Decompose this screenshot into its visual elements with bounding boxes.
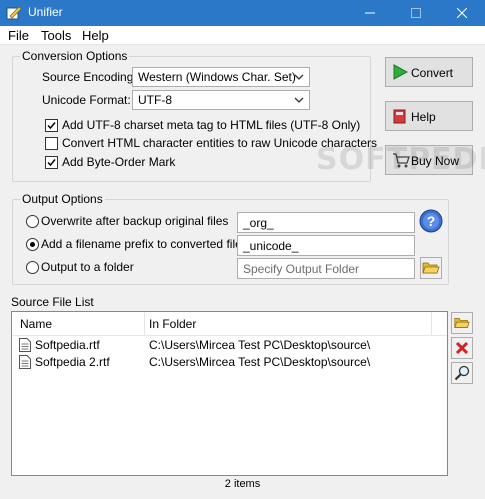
maximize-icon [411, 8, 421, 18]
rtf-file-icon [19, 338, 31, 352]
column-header-name[interactable]: Name [20, 317, 52, 331]
file-folder: C:\Users\Mircea Test PC\Desktop\source\ [149, 355, 371, 369]
remove-file-button[interactable] [451, 337, 473, 359]
output-folder-placeholder: Specify Output Folder [243, 262, 360, 276]
filename-prefix-label: Add a filename prefix to converted files [41, 237, 248, 251]
byte-order-mark-label: Add Byte-Order Mark [62, 155, 176, 169]
file-folder: C:\Users\Mircea Test PC\Desktop\source\ [149, 338, 371, 352]
file-name: Softpedia 2.rtf [35, 355, 110, 369]
byte-order-mark-checkbox[interactable] [45, 156, 58, 169]
unicode-format-value: UTF-8 [138, 93, 172, 107]
source-encoding-select[interactable]: Western (Windows Char. Set) [132, 67, 310, 87]
filename-prefix-value: _unicode_ [243, 239, 299, 253]
checkmark-icon [47, 159, 56, 167]
list-item[interactable]: Softpedia.rtf C:\Users\Mircea Test PC\De… [12, 337, 447, 354]
source-file-list[interactable]: Name In Folder Softpedia.rtf C:\Users\Mi… [11, 311, 448, 476]
unicode-format-select[interactable]: UTF-8 [132, 90, 310, 110]
magnifier-icon [454, 365, 470, 381]
conversion-options-title: Conversion Options [20, 49, 130, 63]
find-files-button[interactable] [451, 362, 473, 384]
source-encoding-label: Source Encoding: [42, 70, 137, 84]
column-header-folder[interactable]: In Folder [149, 317, 196, 331]
radio-selected-dot [30, 242, 35, 247]
menu-bar: File Tools Help [0, 26, 485, 45]
source-file-list-label: Source File List [11, 295, 94, 309]
column-divider[interactable] [431, 312, 432, 335]
browse-folder-button[interactable] [420, 257, 442, 279]
delete-x-icon [455, 341, 469, 355]
output-folder-input[interactable]: Specify Output Folder [237, 258, 415, 279]
window-title: Unifier [28, 5, 63, 19]
close-icon [457, 8, 467, 18]
help-button-label: Help [411, 110, 436, 124]
output-help-button[interactable]: ? [419, 209, 443, 233]
meta-tag-label: Add UTF-8 charset meta tag to HTML files… [62, 118, 361, 132]
menu-file[interactable]: File [8, 28, 29, 43]
source-encoding-value: Western (Windows Char. Set) [138, 70, 296, 84]
output-folder-label: Output to a folder [41, 260, 134, 274]
open-folder-icon [422, 262, 440, 274]
convert-entities-checkbox[interactable] [45, 137, 58, 150]
chevron-down-icon [294, 97, 304, 103]
list-item[interactable]: Softpedia 2.rtf C:\Users\Mircea Test PC\… [12, 354, 447, 371]
open-folder-icon [454, 318, 470, 328]
maximize-button[interactable] [393, 0, 439, 26]
file-name: Softpedia.rtf [35, 338, 100, 352]
backup-suffix-value: _org_ [243, 216, 274, 230]
backup-suffix-input[interactable]: _org_ [237, 212, 415, 233]
chevron-down-icon [294, 74, 304, 80]
output-folder-radio[interactable] [26, 261, 39, 274]
help-book-icon [393, 109, 406, 124]
svg-text:?: ? [427, 213, 436, 229]
question-mark-icon: ? [419, 209, 443, 233]
convert-button[interactable]: Convert [385, 57, 473, 87]
unicode-format-label: Unicode Format: [42, 93, 131, 107]
output-options-title: Output Options [20, 192, 105, 206]
close-button[interactable] [439, 0, 485, 26]
meta-tag-checkbox[interactable] [45, 119, 58, 132]
minimize-icon [365, 12, 375, 14]
overwrite-radio[interactable] [26, 215, 39, 228]
title-bar: Unifier [0, 0, 485, 26]
status-bar: 2 items [224, 478, 261, 490]
softpedia-watermark: SOFTPEDIA [316, 142, 485, 177]
convert-button-label: Convert [411, 66, 454, 80]
menu-help[interactable]: Help [82, 28, 109, 43]
add-files-button[interactable] [451, 312, 473, 334]
checkmark-icon [47, 122, 56, 130]
overwrite-label: Overwrite after backup original files [41, 214, 229, 228]
filename-prefix-radio[interactable] [26, 238, 39, 251]
play-icon [393, 64, 408, 80]
filename-prefix-input[interactable]: _unicode_ [237, 235, 415, 256]
column-divider[interactable] [144, 312, 145, 335]
minimize-button[interactable] [347, 0, 393, 26]
menu-tools[interactable]: Tools [41, 28, 71, 43]
help-button[interactable]: Help [385, 101, 473, 131]
app-icon [6, 6, 22, 20]
list-header: Name In Folder [12, 312, 447, 336]
rtf-file-icon [19, 355, 31, 369]
